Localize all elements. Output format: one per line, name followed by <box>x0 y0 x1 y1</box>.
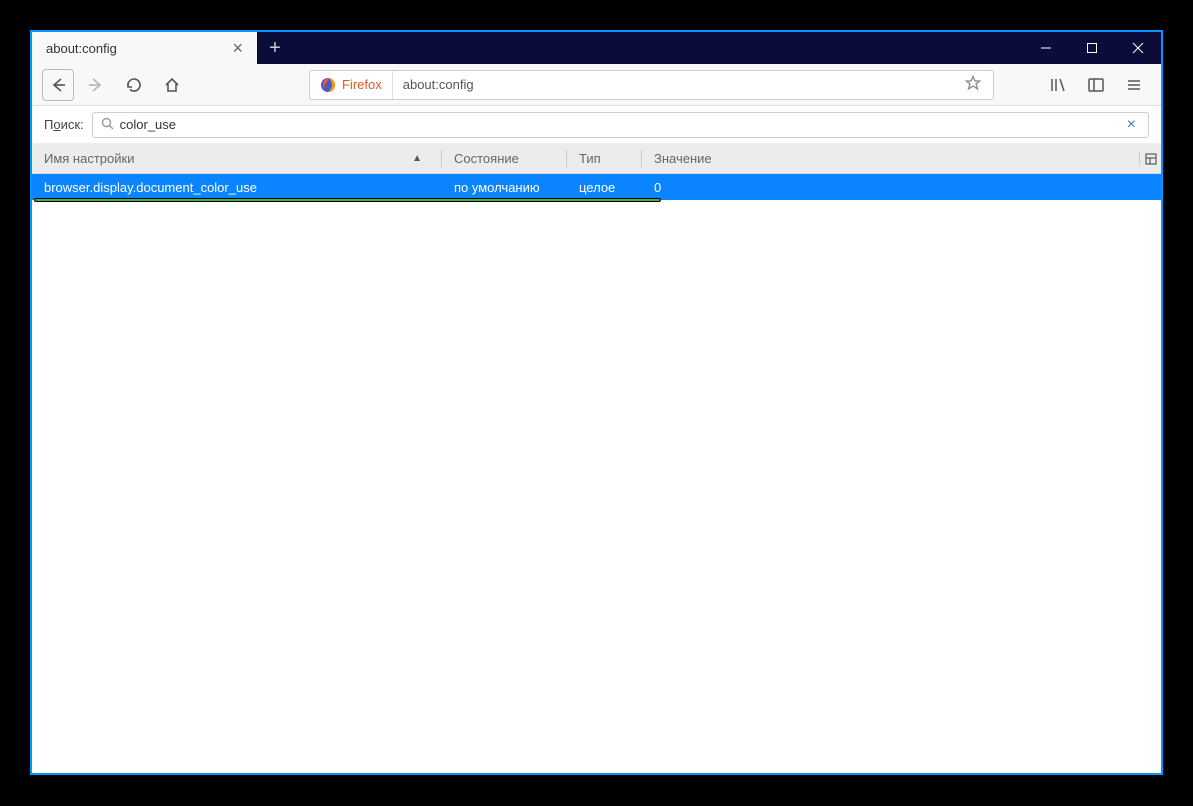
nav-toolbar: Firefox about:config <box>32 64 1161 106</box>
window-controls <box>1023 32 1161 64</box>
browser-tab[interactable]: about:config × <box>32 32 257 64</box>
pref-type: целое <box>567 180 642 195</box>
url-text: about:config <box>393 77 953 92</box>
search-box[interactable]: × <box>92 112 1149 138</box>
prefs-list: browser.display.document_color_use по ум… <box>32 174 1161 773</box>
identity-box[interactable]: Firefox <box>310 71 393 99</box>
sidebar-icon <box>1087 76 1105 94</box>
search-label: Поиск: <box>44 117 84 132</box>
reload-button[interactable] <box>118 69 150 101</box>
tab-title: about:config <box>46 41 228 56</box>
config-search-bar: Поиск: × <box>32 106 1161 144</box>
column-header-status[interactable]: Состояние <box>442 144 567 173</box>
identity-label: Firefox <box>342 77 382 92</box>
pref-row-selected[interactable]: browser.display.document_color_use по ум… <box>32 174 1161 200</box>
minimize-button[interactable] <box>1023 32 1069 64</box>
column-header-name[interactable]: Имя настройки ▲ <box>32 144 442 173</box>
back-button[interactable] <box>42 69 74 101</box>
toolbar-right <box>1041 69 1151 101</box>
bookmark-star-icon[interactable] <box>953 75 993 94</box>
arrow-right-icon <box>87 76 105 94</box>
column-header-type[interactable]: Тип <box>567 144 642 173</box>
column-picker-button[interactable] <box>1139 153 1161 165</box>
hamburger-icon <box>1125 76 1143 94</box>
firefox-icon <box>320 77 336 93</box>
prefs-table-header: Имя настройки ▲ Состояние Тип Значение <box>32 144 1161 174</box>
column-header-value[interactable]: Значение <box>642 144 1139 173</box>
pref-status: по умолчанию <box>442 180 567 195</box>
new-tab-button[interactable]: + <box>257 32 293 64</box>
tab-close-icon[interactable]: × <box>228 39 247 57</box>
menu-button[interactable] <box>1117 69 1151 101</box>
arrow-left-icon <box>49 76 67 94</box>
highlight-underline <box>34 198 661 202</box>
clear-search-icon[interactable]: × <box>1123 116 1140 134</box>
column-picker-icon <box>1145 153 1157 165</box>
search-input[interactable] <box>120 117 1123 132</box>
maximize-button[interactable] <box>1069 32 1115 64</box>
close-button[interactable] <box>1115 32 1161 64</box>
library-icon <box>1049 76 1067 94</box>
url-bar[interactable]: Firefox about:config <box>309 70 994 100</box>
sort-ascending-icon: ▲ <box>412 153 422 164</box>
pref-name: browser.display.document_color_use <box>32 180 442 195</box>
titlebar: about:config × + <box>32 32 1161 64</box>
browser-window: about:config × + <box>30 30 1163 775</box>
search-icon <box>101 117 114 133</box>
sidebar-button[interactable] <box>1079 69 1113 101</box>
home-button[interactable] <box>156 69 188 101</box>
home-icon <box>163 76 181 94</box>
reload-icon <box>125 76 143 94</box>
library-button[interactable] <box>1041 69 1075 101</box>
forward-button[interactable] <box>80 69 112 101</box>
pref-value: 0 <box>642 180 1161 195</box>
